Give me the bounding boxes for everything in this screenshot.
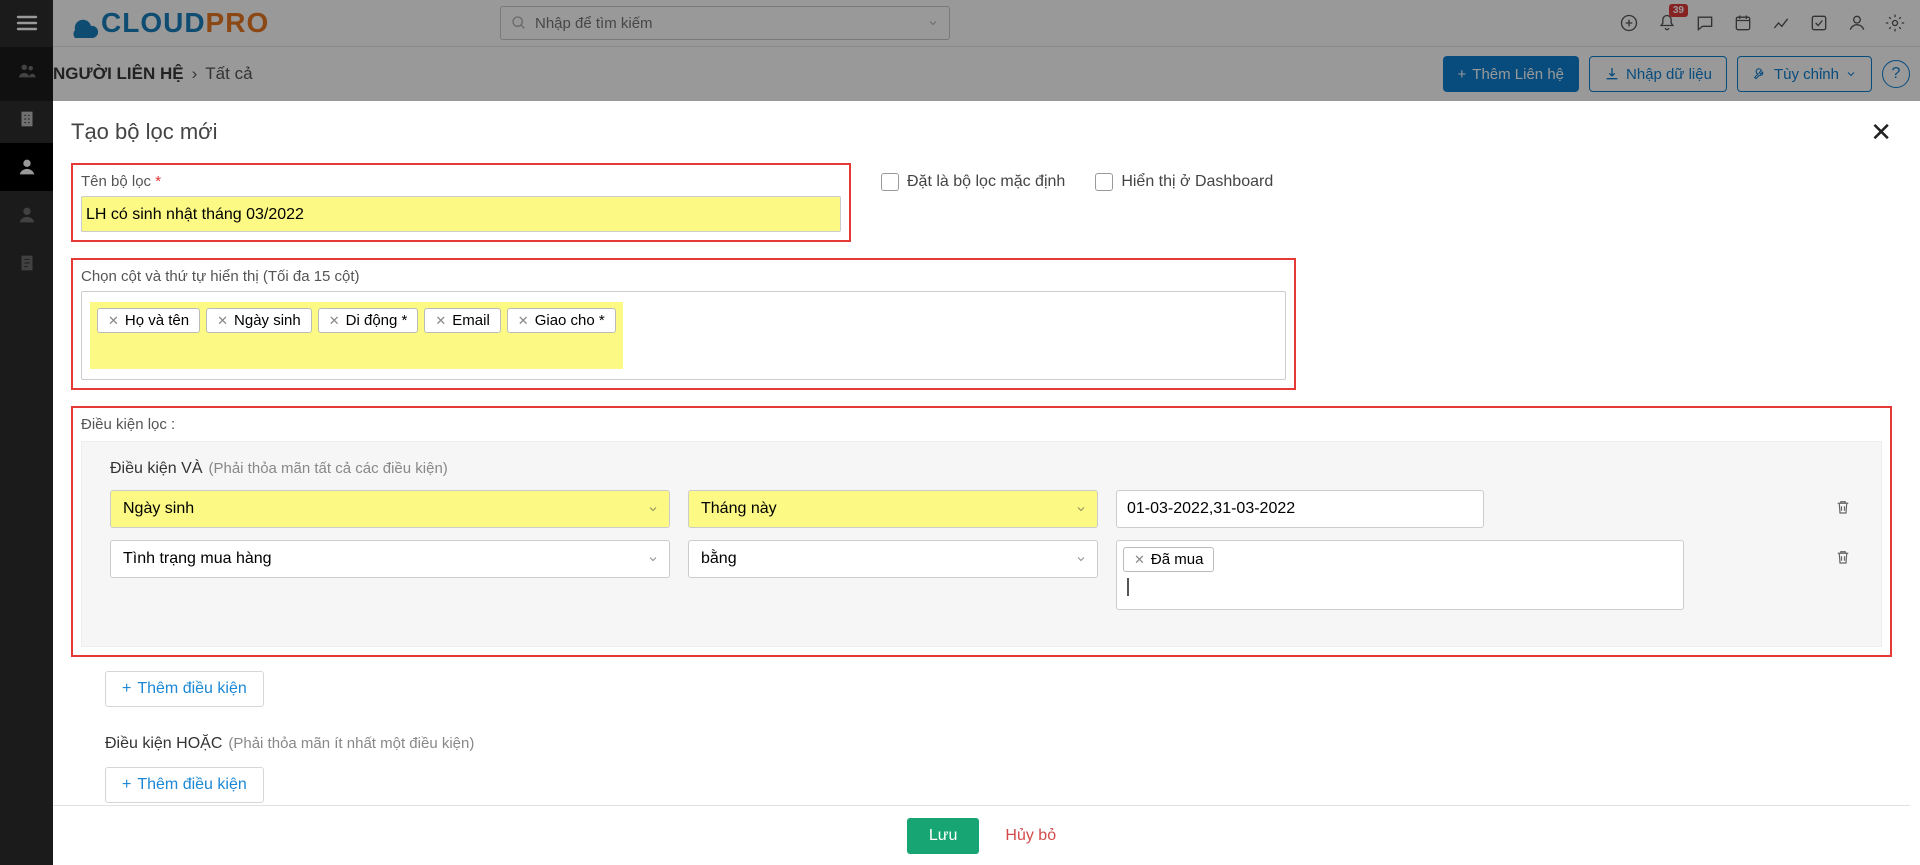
column-chip[interactable]: ✕Giao cho *: [507, 308, 616, 333]
field-select[interactable]: Tình trạng mua hàng: [110, 540, 670, 578]
default-filter-checkbox[interactable]: Đặt là bộ lọc mặc định: [881, 173, 1065, 191]
module-name[interactable]: NGƯỜI LIÊN HỆ: [53, 64, 184, 84]
search-icon: [511, 15, 527, 31]
add-condition-and-button[interactable]: +Thêm điều kiện: [105, 671, 264, 707]
chevron-down-icon: [1075, 503, 1087, 515]
trash-icon[interactable]: [1833, 498, 1853, 516]
chip-remove-icon[interactable]: ✕: [435, 313, 446, 329]
sidebar: [0, 47, 53, 865]
chip-remove-icon[interactable]: ✕: [108, 313, 119, 329]
column-chip[interactable]: ✕Họ và tên: [97, 308, 200, 333]
field-select[interactable]: Ngày sinh: [110, 490, 670, 528]
tasks-icon[interactable]: [1802, 6, 1836, 40]
bell-icon[interactable]: 39: [1650, 6, 1684, 40]
download-icon: [1604, 66, 1620, 82]
side-contact-icon[interactable]: [0, 143, 53, 191]
filter-name-input[interactable]: LH có sinh nhật tháng 03/2022: [81, 196, 841, 232]
chip-remove-icon[interactable]: ✕: [217, 313, 228, 329]
chevron-down-icon: [1845, 68, 1857, 80]
chevron-down-icon: [1075, 553, 1087, 565]
checkbox-icon: [881, 173, 899, 191]
logo-text-cloud: CLOUD: [101, 7, 206, 39]
side-building-icon[interactable]: [0, 95, 53, 143]
close-icon[interactable]: ✕: [1870, 119, 1892, 145]
modal-footer: Lưu Hủy bỏ: [53, 805, 1910, 865]
value-input[interactable]: [1116, 490, 1484, 528]
column-chip[interactable]: ✕Ngày sinh: [206, 308, 312, 333]
and-block: Điều kiện VÀ (Phải thỏa mãn tất cả các đi…: [81, 441, 1882, 647]
chevron-down-icon[interactable]: [927, 17, 939, 29]
chip-remove-icon[interactable]: ✕: [1134, 552, 1145, 568]
top-icons: 39: [1612, 6, 1912, 40]
profile-icon[interactable]: [1840, 6, 1874, 40]
columns-chips[interactable]: ✕Họ và tên✕Ngày sinh✕Di động *✕Email ✕Gia…: [81, 291, 1286, 380]
and-subtitle: (Phải thỏa mãn tất cả các điều kiện): [209, 460, 448, 477]
filter-name-label: Tên bộ lọc *: [81, 173, 841, 190]
help-icon[interactable]: ?: [1882, 60, 1910, 88]
column-chip[interactable]: ✕Email: [424, 308, 500, 333]
wrench-icon: [1752, 66, 1768, 82]
topbar: CLOUDPRO 39: [0, 0, 1920, 47]
save-button[interactable]: Lưu: [907, 818, 980, 854]
breadcrumb: NGƯỜI LIÊN HỆ › Tất cả: [53, 64, 253, 84]
condition-row: Tình trạng mua hàng bằng ✕Đã mua: [110, 540, 1853, 610]
chevron-down-icon: [647, 553, 659, 565]
operator-select[interactable]: bằng: [688, 540, 1098, 578]
side-person-icon[interactable]: [0, 191, 53, 239]
chip-remove-icon[interactable]: ✕: [329, 313, 340, 329]
breadcrumb-tail[interactable]: Tất cả: [205, 64, 252, 84]
chevron-down-icon: [647, 503, 659, 515]
analytics-icon[interactable]: [1764, 6, 1798, 40]
notif-badge: 39: [1669, 4, 1688, 17]
logo[interactable]: CLOUDPRO: [65, 7, 269, 39]
create-filter-modal: Tạo bộ lọc mới ✕ Tên bộ lọc * LH có sinh…: [53, 101, 1910, 865]
columns-label: Chọn cột và thứ tự hiển thị (Tối đa 15 c…: [81, 268, 1286, 285]
quick-create-icon[interactable]: [1612, 6, 1646, 40]
sub-actions: +Thêm Liên hệ Nhập dữ liệu Tùy chỉnh ?: [1443, 56, 1910, 92]
chip-remove-icon[interactable]: ✕: [518, 313, 529, 329]
side-users-icon[interactable]: [0, 47, 53, 95]
side-doc-icon[interactable]: [0, 239, 53, 287]
logo-text-pro: PRO: [206, 7, 270, 39]
conditions-section: Điều kiện lọc : Điều kiện VÀ (Phải thỏa m…: [71, 406, 1892, 657]
or-subtitle: (Phải thỏa mãn ít nhất một điều kiện): [228, 735, 474, 752]
add-condition-or-button[interactable]: +Thêm điều kiện: [105, 767, 264, 803]
column-chip[interactable]: ✕Di động *: [318, 308, 419, 333]
columns-section: Chọn cột và thứ tự hiển thị (Tối đa 15 c…: [71, 258, 1296, 390]
customize-button[interactable]: Tùy chỉnh: [1737, 56, 1872, 92]
global-search[interactable]: [500, 6, 950, 40]
hamburger-menu[interactable]: [0, 0, 53, 47]
breadcrumb-sep: ›: [192, 64, 198, 84]
or-block: Điều kiện HOẶC (Phải thỏa mãn ít nhất một…: [105, 735, 1892, 803]
calendar-icon[interactable]: [1726, 6, 1760, 40]
add-contact-button[interactable]: +Thêm Liên hệ: [1443, 56, 1580, 92]
modal-title: Tạo bộ lọc mới: [71, 119, 1892, 145]
value-chip[interactable]: ✕Đã mua: [1123, 547, 1214, 572]
cancel-button[interactable]: Hủy bỏ: [1005, 827, 1056, 845]
gear-icon[interactable]: [1878, 6, 1912, 40]
import-button[interactable]: Nhập dữ liệu: [1589, 56, 1727, 92]
subheader: NGƯỜI LIÊN HỆ › Tất cả +Thêm Liên hệ Nhậ…: [53, 47, 1910, 101]
operator-select[interactable]: Tháng này: [688, 490, 1098, 528]
plus-icon: +: [1458, 66, 1467, 83]
checkbox-icon: [1095, 173, 1113, 191]
plus-icon: +: [122, 680, 131, 698]
plus-icon: +: [122, 776, 131, 794]
show-dashboard-checkbox[interactable]: Hiển thị ở Dashboard: [1095, 173, 1273, 191]
condition-row: Ngày sinh Tháng này: [110, 490, 1853, 528]
trash-icon[interactable]: [1833, 548, 1853, 566]
text-caret: [1127, 578, 1129, 596]
filter-name-section: Tên bộ lọc * LH có sinh nhật tháng 03/20…: [71, 163, 851, 242]
chat-icon[interactable]: [1688, 6, 1722, 40]
and-title: Điều kiện VÀ: [110, 460, 203, 477]
or-title: Điều kiện HOẶC: [105, 735, 222, 752]
value-chipbox[interactable]: ✕Đã mua: [1116, 540, 1684, 610]
search-input[interactable]: [535, 15, 927, 32]
conditions-label: Điều kiện lọc :: [81, 416, 1882, 433]
